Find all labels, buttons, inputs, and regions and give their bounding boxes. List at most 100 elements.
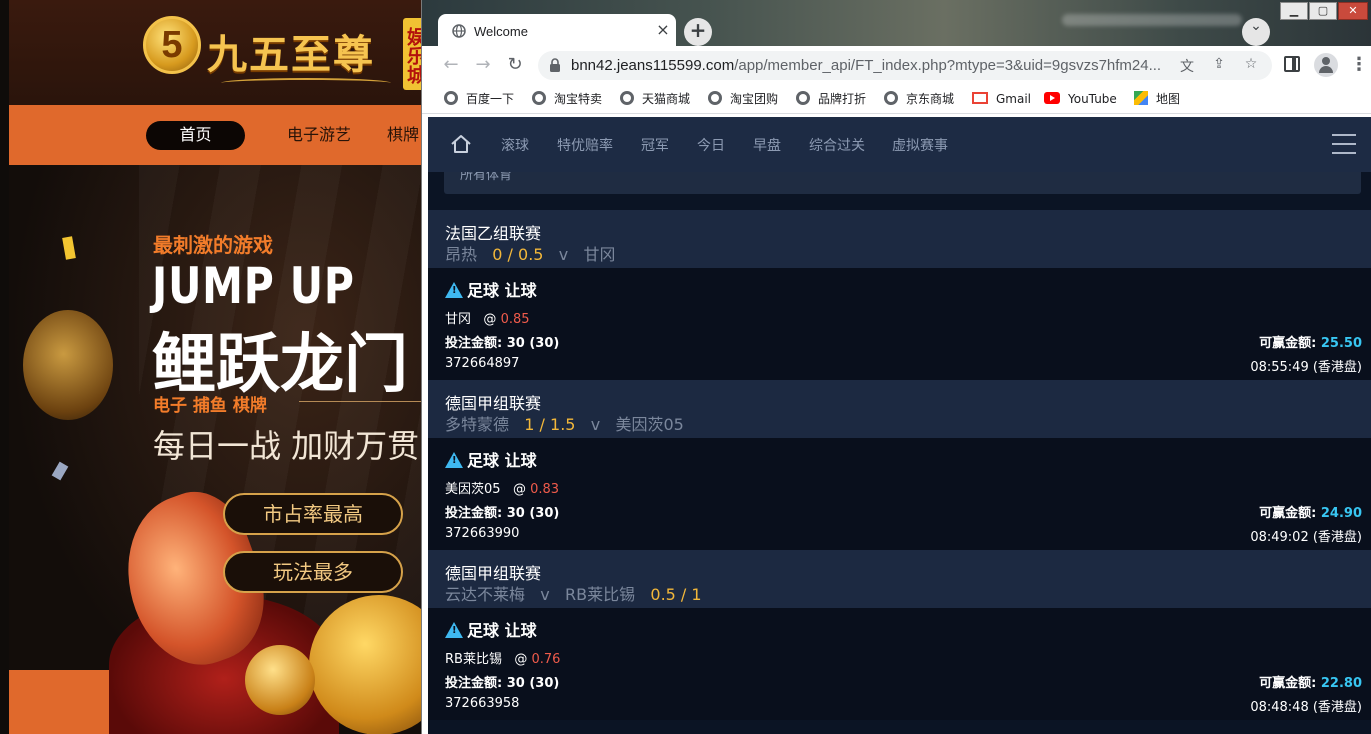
home-icon[interactable] [450,134,472,154]
tab-early[interactable]: 早盘 [753,135,781,155]
bookmark-taobao-sale[interactable]: 淘宝特卖 [532,90,602,108]
sport-filter-select[interactable]: 所有体育 [444,172,1361,194]
tab-champion[interactable]: 冠军 [641,135,669,155]
close-window-button[interactable]: ✕ [1338,2,1368,20]
maximize-button[interactable]: ▢ [1309,2,1337,20]
stake-label: 投注金额: [445,506,503,521]
bookmark-taobao-group[interactable]: 淘宝团购 [708,90,778,108]
filter-row: 所有体育 [428,172,1371,210]
home-team: 云达不莱梅 [445,585,526,604]
tab-search-chevron-icon[interactable]: ⌄ [1242,18,1270,46]
background-casino-page: 5 九五至尊 娱乐城 首页 电子游艺 棋牌 最刺激的游戏 JUMP UP 鲤跃龙… [0,0,430,734]
tab-title: Welcome [474,24,528,39]
ticket-number: 372663990 [445,526,520,541]
banner-divider [299,401,430,402]
ticket-number: 372663958 [445,696,520,711]
bookmark-gmail[interactable]: Gmail [972,90,1031,108]
win-label: 可赢金额: [1259,676,1317,691]
url-text[interactable]: bnn42.jeans115599.com/app/member_api/FT_… [571,57,1171,74]
win-value: 24.90 [1320,506,1362,521]
bookmark-star-icon[interactable]: ☆ [1242,56,1260,74]
web-content: 滚球 特优赔率 冠军 今日 早盘 综合过关 虚拟赛事 所有体育 法国乙组联赛 昂… [428,117,1371,734]
casino-nav-egames[interactable]: 电子游艺 [274,121,364,150]
forward-arrow-icon[interactable]: → [472,54,494,76]
gmail-icon [972,92,988,104]
stake: 投注金额: 30 (30) [445,332,559,351]
bookmark-youtube[interactable]: YouTube [1044,90,1117,108]
at-sign: @ [514,652,528,667]
casino-header: 5 九五至尊 娱乐城 [9,0,430,105]
bookmark-label: Gmail [996,92,1032,106]
away-team: RB莱比锡 [565,585,636,604]
handicap: 0 / 0.5 [492,245,544,264]
league-header: 法国乙组联赛 昂热 0 / 0.5 v 甘冈 [428,210,1371,268]
odds-value: 0.85 [500,312,530,327]
banner-headline-en: JUMP UP [152,257,355,315]
stake: 投注金额: 30 (30) [445,502,559,521]
bet-time: 08:49:02 (香港盘) [1250,530,1362,545]
odds-value: 0.76 [531,652,561,667]
potential-win: 可赢金额: 24.90 [1259,502,1362,521]
hamburger-menu-icon[interactable] [1332,134,1356,156]
at-sign: @ [483,312,497,327]
bet-type-label: 足球 让球 [467,451,537,470]
bet-slip: 足球 让球 RB莱比锡 @ 0.76 投注金额: 30 (30) 可赢金额: 2… [428,608,1371,720]
bet-time: 08:48:48 (香港盘) [1250,700,1362,715]
globe-icon [452,24,466,38]
reload-icon[interactable]: ↻ [504,54,526,76]
bookmark-label: 京东商城 [906,92,955,106]
casino-nav-home[interactable]: 首页 [146,121,245,150]
logo-flourish [221,78,391,88]
profile-avatar-icon[interactable] [1314,53,1338,77]
pick-team: 甘冈 [445,312,472,327]
bookmark-label: 品牌打折 [818,92,867,106]
kebab-menu-icon[interactable]: ⋮ [1350,54,1368,76]
banner-pill-most-games[interactable]: 玩法最多 [223,551,403,593]
league-header: 德国甲组联赛 云达不莱梅 v RB莱比锡 0.5 / 1 [428,550,1371,608]
maps-icon [1134,91,1148,105]
bet-pick: RB莱比锡 @ 0.76 [445,648,560,667]
translate-icon[interactable]: 文 [1178,56,1196,75]
vs-label: v [558,245,569,264]
new-tab-button[interactable]: + [684,18,712,46]
win-label: 可赢金额: [1259,336,1317,351]
tab-best-odds[interactable]: 特优赔率 [557,135,613,155]
globe-icon [620,91,634,105]
minimize-button[interactable]: ▁ [1280,2,1308,20]
match-line: 多特蒙德 1 / 1.5 v 美因茨05 [445,411,684,435]
tab-welcome[interactable]: Welcome × [438,14,676,48]
handicap: 1 / 1.5 [524,415,576,434]
back-arrow-icon[interactable]: ← [440,54,462,76]
close-icon[interactable]: × [654,20,672,39]
tab-virtual[interactable]: 虚拟赛事 [892,135,948,155]
win-value: 25.50 [1320,336,1362,351]
bookmark-label: 百度一下 [466,92,515,106]
potential-win: 可赢金额: 25.50 [1259,332,1362,351]
bet-type: 足球 让球 [445,447,537,471]
bookmark-maps[interactable]: 地图 [1134,90,1180,108]
casino-logo[interactable]: 5 九五至尊 娱乐城 [141,14,430,96]
win-label: 可赢金额: [1259,506,1317,521]
address-bar[interactable]: bnn42.jeans115599.com/app/member_api/FT_… [538,51,1272,80]
lock-icon[interactable] [548,57,562,73]
match-line: 昂热 0 / 0.5 v 甘冈 [445,241,615,265]
youtube-icon [1044,92,1060,104]
bet-time: 08:55:49 (香港盘) [1250,360,1362,375]
tab-live[interactable]: 滚球 [501,135,529,155]
bookmark-jd[interactable]: 京东商城 [884,90,954,108]
bookmarks-bar: 百度一下 淘宝特卖 天猫商城 淘宝团购 品牌打折 京东商城 Gmail YouT… [422,84,1371,114]
tab-strip: Welcome × + ⌄ ▁ ▢ ✕ [422,0,1371,48]
stake-value: 30 (30) [506,506,560,521]
bookmark-tmall[interactable]: 天猫商城 [620,90,690,108]
tab-today[interactable]: 今日 [697,135,725,155]
tab-parlay[interactable]: 综合过关 [809,135,865,155]
side-panel-icon[interactable] [1284,56,1300,72]
banner-pill-market-share[interactable]: 市占率最高 [223,493,403,535]
bookmark-brand-discount[interactable]: 品牌打折 [796,90,866,108]
pick-team: RB莱比锡 [445,652,502,667]
globe-icon [708,91,722,105]
bookmark-baidu[interactable]: 百度一下 [444,90,514,108]
browser-window: Welcome × + ⌄ ▁ ▢ ✕ ← → ↻ bnn42.jeans115… [421,0,1371,734]
logo-emblem: 5 [143,16,201,74]
share-icon[interactable]: ⇪ [1210,56,1228,74]
